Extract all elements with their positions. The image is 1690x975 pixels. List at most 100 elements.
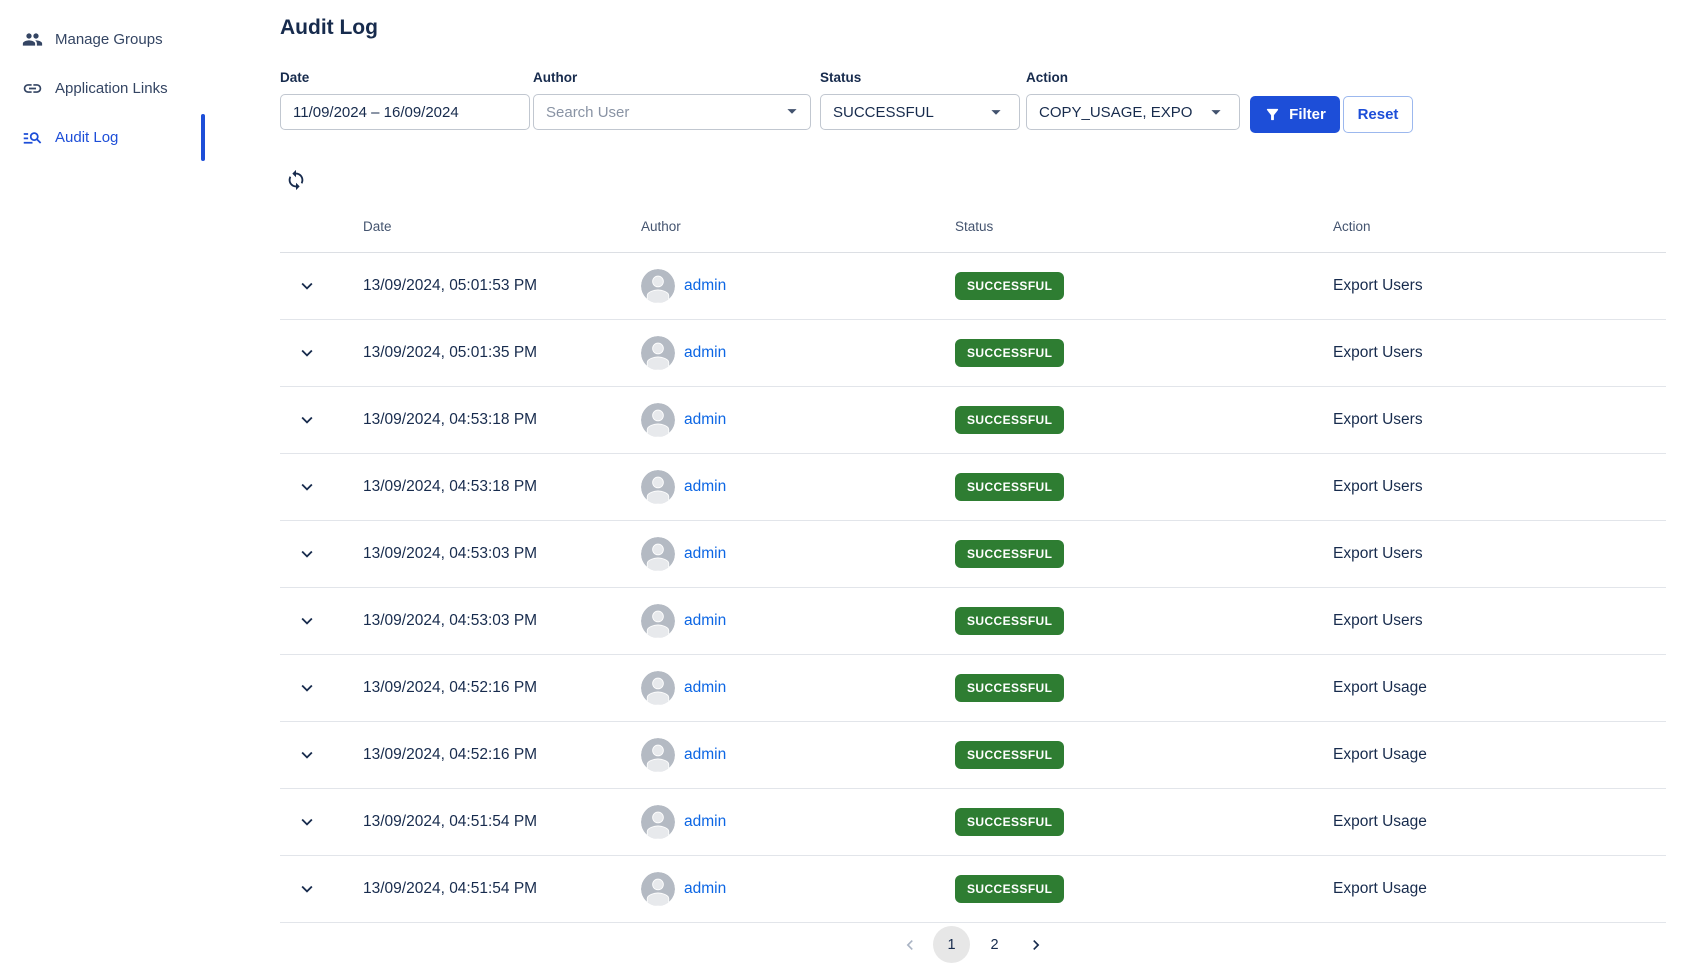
author-link[interactable]: admin [684, 277, 726, 295]
filter-bar: Date Author Status SUCCESSFUL [280, 70, 1666, 136]
author-link[interactable]: admin [684, 612, 726, 630]
previous-page-button[interactable] [893, 928, 927, 962]
status-badge: SUCCESSFUL [955, 674, 1064, 702]
expander-cell [280, 874, 363, 905]
table-row: 13/09/2024, 05:01:53 PM admin SUCCESSFUL… [280, 253, 1666, 320]
expander-cell [280, 405, 363, 436]
link-icon [22, 78, 43, 99]
row-action: Export Usage [1333, 679, 1666, 697]
row-date: 13/09/2024, 04:51:54 PM [363, 880, 641, 898]
expand-row-button[interactable] [292, 807, 322, 837]
table-row: 13/09/2024, 04:53:18 PM admin SUCCESSFUL… [280, 387, 1666, 454]
chevron-down-icon [296, 754, 318, 769]
next-page-button[interactable] [1019, 928, 1053, 962]
expander-cell [280, 807, 363, 838]
avatar [641, 269, 675, 303]
table-row: 13/09/2024, 04:53:18 PM admin SUCCESSFUL… [280, 454, 1666, 521]
table-row: 13/09/2024, 04:52:16 PM admin SUCCESSFUL… [280, 722, 1666, 789]
chevron-left-icon [900, 943, 920, 958]
page-button-2[interactable]: 2 [976, 926, 1013, 963]
row-status-cell: SUCCESSFUL [955, 473, 1333, 501]
app-root: Manage Groups Application Links Audit Lo… [0, 0, 1690, 975]
avatar [641, 537, 675, 571]
status-badge: SUCCESSFUL [955, 406, 1064, 434]
author-link[interactable]: admin [684, 478, 726, 496]
status-badge: SUCCESSFUL [955, 272, 1064, 300]
author-link[interactable]: admin [684, 545, 726, 563]
chevron-down-icon [296, 352, 318, 367]
column-header-author: Author [641, 219, 955, 234]
expand-row-button[interactable] [292, 472, 322, 502]
expand-row-button[interactable] [292, 874, 322, 904]
expand-row-button[interactable] [292, 271, 322, 301]
row-author-cell: admin [641, 604, 955, 638]
table-header-row: Date Author Status Action [280, 200, 1666, 253]
row-date: 13/09/2024, 04:52:16 PM [363, 679, 641, 697]
avatar [641, 403, 675, 437]
author-link[interactable]: admin [684, 813, 726, 831]
author-link[interactable]: admin [684, 880, 726, 898]
author-link[interactable]: admin [684, 411, 726, 429]
row-date: 13/09/2024, 04:52:16 PM [363, 746, 641, 764]
people-icon [22, 29, 43, 50]
row-status-cell: SUCCESSFUL [955, 875, 1333, 903]
author-link[interactable]: admin [684, 746, 726, 764]
sidebar: Manage Groups Application Links Audit Lo… [0, 0, 205, 975]
date-filter-label: Date [280, 70, 530, 85]
row-author-cell: admin [641, 671, 955, 705]
row-author-cell: admin [641, 738, 955, 772]
table-row: 13/09/2024, 04:51:54 PM admin SUCCESSFUL… [280, 856, 1666, 923]
audit-log-table: Date Author Status Action 13/09/2024, 05… [280, 200, 1666, 923]
expander-cell [280, 472, 363, 503]
action-filter-label: Action [1026, 70, 1240, 85]
expand-row-button[interactable] [292, 405, 322, 435]
row-action: Export Users [1333, 344, 1666, 362]
date-range-input[interactable] [280, 94, 530, 130]
expander-cell [280, 673, 363, 704]
row-action: Export Users [1333, 277, 1666, 295]
refresh-button[interactable] [282, 166, 310, 194]
status-select-value: SUCCESSFUL [833, 104, 934, 121]
avatar [641, 470, 675, 504]
expander-cell [280, 338, 363, 369]
filter-button[interactable]: Filter [1250, 96, 1340, 133]
sidebar-item-label: Application Links [55, 80, 168, 97]
row-status-cell: SUCCESSFUL [955, 272, 1333, 300]
active-nav-indicator [201, 114, 205, 161]
row-author-cell: admin [641, 403, 955, 437]
row-date: 13/09/2024, 04:51:54 PM [363, 813, 641, 831]
author-search-input[interactable] [533, 94, 811, 130]
date-filter-field: Date [280, 70, 530, 130]
avatar [641, 336, 675, 370]
avatar [641, 738, 675, 772]
status-filter-label: Status [820, 70, 1020, 85]
action-select[interactable]: COPY_USAGE, EXPO [1026, 94, 1240, 130]
expand-row-button[interactable] [292, 539, 322, 569]
expander-cell [280, 271, 363, 302]
row-author-cell: admin [641, 269, 955, 303]
expand-row-button[interactable] [292, 338, 322, 368]
chevron-down-icon [296, 486, 318, 501]
status-select[interactable]: SUCCESSFUL [820, 94, 1020, 130]
expander-cell [280, 606, 363, 637]
row-date: 13/09/2024, 05:01:35 PM [363, 344, 641, 362]
reset-button[interactable]: Reset [1343, 96, 1413, 133]
avatar [641, 805, 675, 839]
expand-row-button[interactable] [292, 740, 322, 770]
sidebar-item-audit-log[interactable]: Audit Log [0, 115, 205, 159]
page-button-1[interactable]: 1 [933, 926, 970, 963]
sidebar-item-application-links[interactable]: Application Links [0, 66, 205, 110]
author-link[interactable]: admin [684, 344, 726, 362]
status-filter-field: Status SUCCESSFUL [820, 70, 1020, 130]
author-filter-field: Author [533, 70, 811, 130]
expand-row-button[interactable] [292, 606, 322, 636]
chevron-down-icon [296, 687, 318, 702]
filter-button-label: Filter [1289, 106, 1326, 123]
chevron-down-icon [985, 101, 1007, 123]
row-action: Export Usage [1333, 746, 1666, 764]
sidebar-item-manage-groups[interactable]: Manage Groups [0, 17, 205, 61]
expand-row-button[interactable] [292, 673, 322, 703]
table-row: 13/09/2024, 04:51:54 PM admin SUCCESSFUL… [280, 789, 1666, 856]
action-select-value: COPY_USAGE, EXPO [1039, 104, 1192, 121]
author-link[interactable]: admin [684, 679, 726, 697]
